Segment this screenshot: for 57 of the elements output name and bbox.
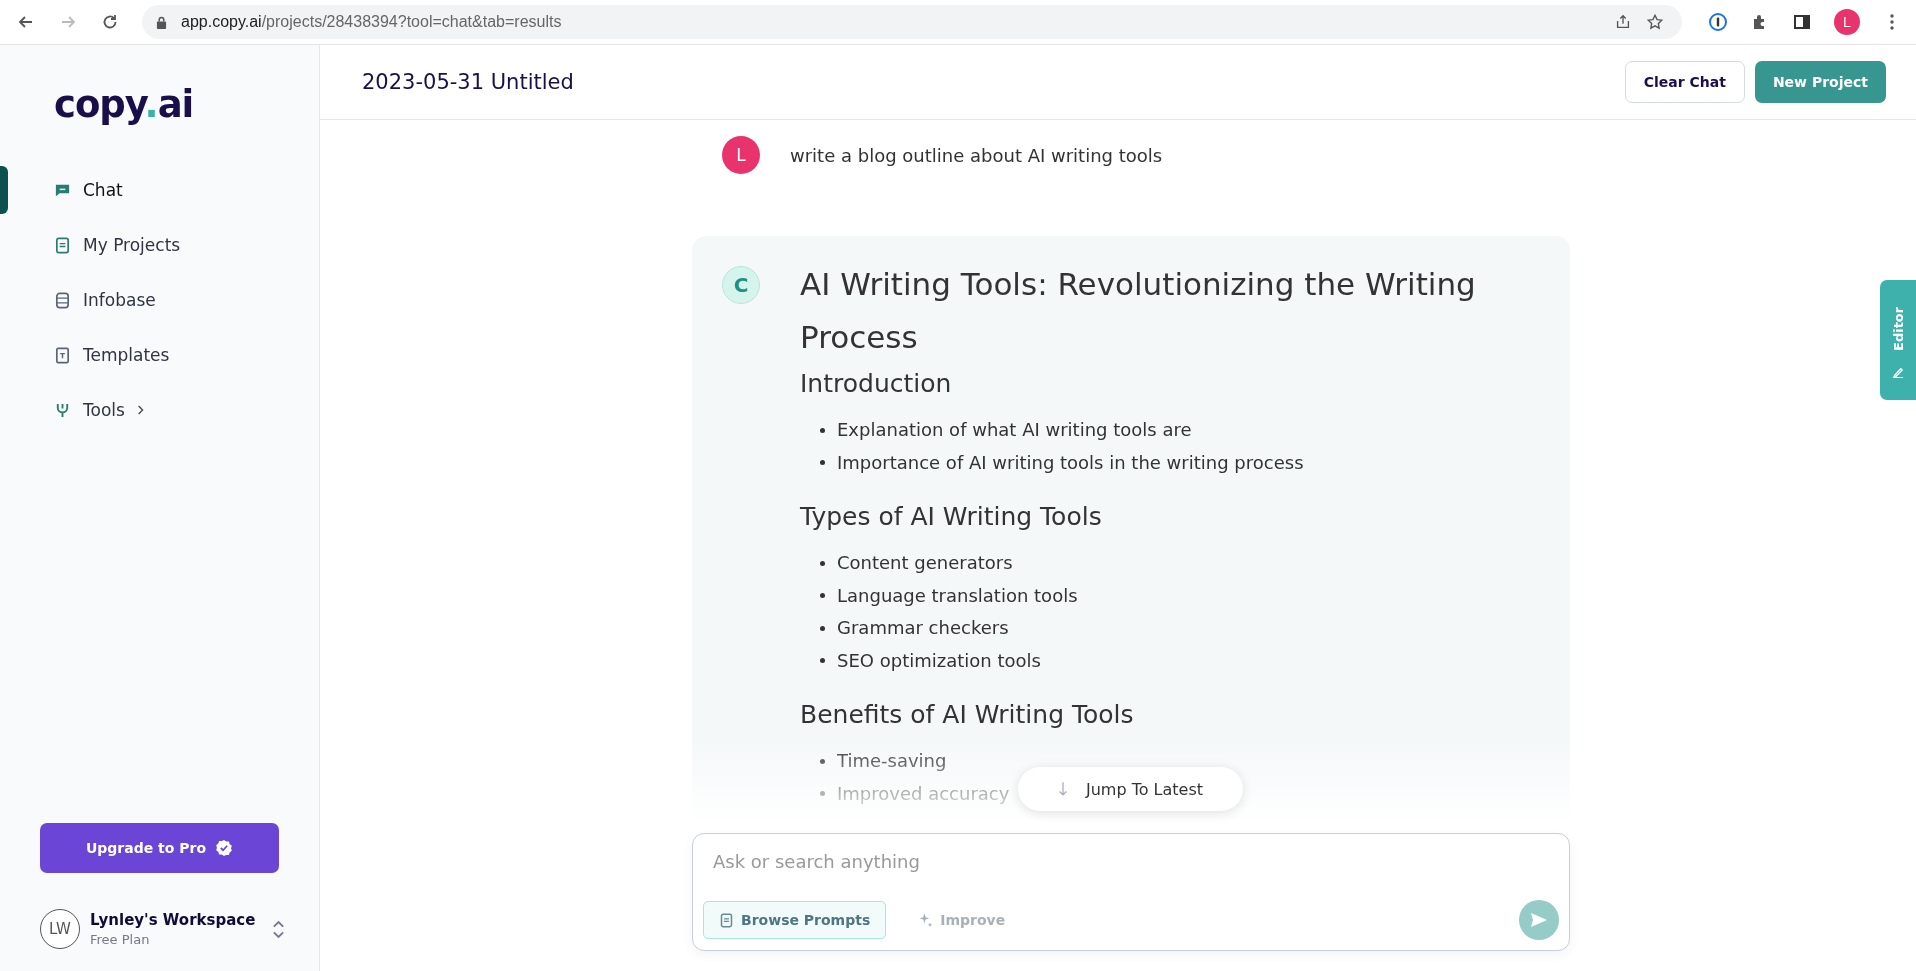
- bullet-icon: [820, 658, 825, 664]
- nav-item[interactable]: Templates: [54, 341, 170, 369]
- nav-item[interactable]: My Projects: [54, 231, 181, 259]
- url-text: app.copy.ai/projects/28438394?tool=chat&tab=results: [181, 13, 562, 31]
- nav-item[interactable]: Infobase: [54, 286, 156, 314]
- sparkle-icon: [918, 912, 935, 928]
- upgrade-button[interactable]: Upgrade to Pro: [40, 823, 279, 873]
- arrow-down-icon: [1058, 781, 1068, 797]
- profile-avatar[interactable]: L: [1834, 9, 1860, 35]
- chevron-right-icon: [136, 404, 145, 416]
- bullet-text: Importance of AI writing tools in the writing process: [837, 450, 1304, 475]
- send-icon: [1529, 910, 1549, 930]
- database-icon: [54, 291, 71, 309]
- section-heading: Introduction: [800, 368, 953, 400]
- bullet-icon: [820, 593, 825, 599]
- workspace-avatar: LW: [40, 909, 80, 949]
- side-panel-icon[interactable]: [1792, 12, 1812, 32]
- outline-title: AI Writing Tools: Revolutionizing the Writing Process: [800, 265, 1477, 357]
- bullet-text: Time-saving: [837, 749, 947, 773]
- bullet-icon: [820, 625, 825, 631]
- share-icon[interactable]: [1614, 13, 1632, 31]
- tuning-fork-icon: [54, 401, 71, 419]
- bullet-icon: [820, 560, 825, 566]
- bullet-text: Explanation of what AI writing tools are: [837, 418, 1192, 442]
- bullet-text: Language translation tools: [837, 583, 1078, 608]
- bullet-icon: [820, 460, 825, 466]
- password-manager-icon[interactable]: [1708, 12, 1728, 32]
- template-icon: [54, 346, 71, 364]
- user-message: write a blog outline about AI writing tools: [790, 144, 1163, 166]
- bullet-icon: [820, 427, 825, 433]
- star-icon[interactable]: [1646, 13, 1664, 31]
- verified-badge-icon: [215, 839, 234, 857]
- document-icon: [719, 912, 734, 928]
- nav-item[interactable]: Tools: [54, 396, 145, 424]
- assistant-avatar: C: [722, 266, 760, 304]
- bullet-icon: [820, 791, 825, 797]
- bullet-text: Grammar checkers: [837, 616, 1009, 640]
- jump-to-latest-button[interactable]: Jump To Latest: [1018, 767, 1244, 811]
- bullet-text: SEO optimization tools: [837, 648, 1041, 673]
- workspace-plan: Free Plan: [90, 932, 151, 947]
- section-heading: Types of AI Writing Tools: [800, 501, 1103, 533]
- project-title: 2023-05-31 Untitled: [362, 70, 574, 94]
- bullet-text: Improved accuracy: [837, 781, 1010, 806]
- bullet-icon: [820, 758, 825, 764]
- section-heading: Benefits of AI Writing Tools: [800, 699, 1135, 731]
- expand-collapse-icon[interactable]: [272, 918, 285, 940]
- address-bar[interactable]: app.copy.ai/projects/28438394?tool=chat&tab=results: [142, 5, 1682, 39]
- bullet-text: Content generators: [837, 551, 1013, 575]
- browse-prompts-button[interactable]: Browse Prompts: [703, 901, 887, 939]
- document-icon: [54, 236, 71, 254]
- nav-item[interactable]: Chat: [54, 176, 123, 204]
- lock-icon: [156, 15, 167, 29]
- logo[interactable]: copy.ai: [54, 83, 194, 126]
- workspace-name: Lynley's Workspace: [90, 911, 257, 929]
- clear-chat-button[interactable]: Clear Chat: [1624, 61, 1745, 103]
- user-avatar: L: [722, 136, 760, 174]
- new-project-button[interactable]: New Project: [1754, 61, 1886, 103]
